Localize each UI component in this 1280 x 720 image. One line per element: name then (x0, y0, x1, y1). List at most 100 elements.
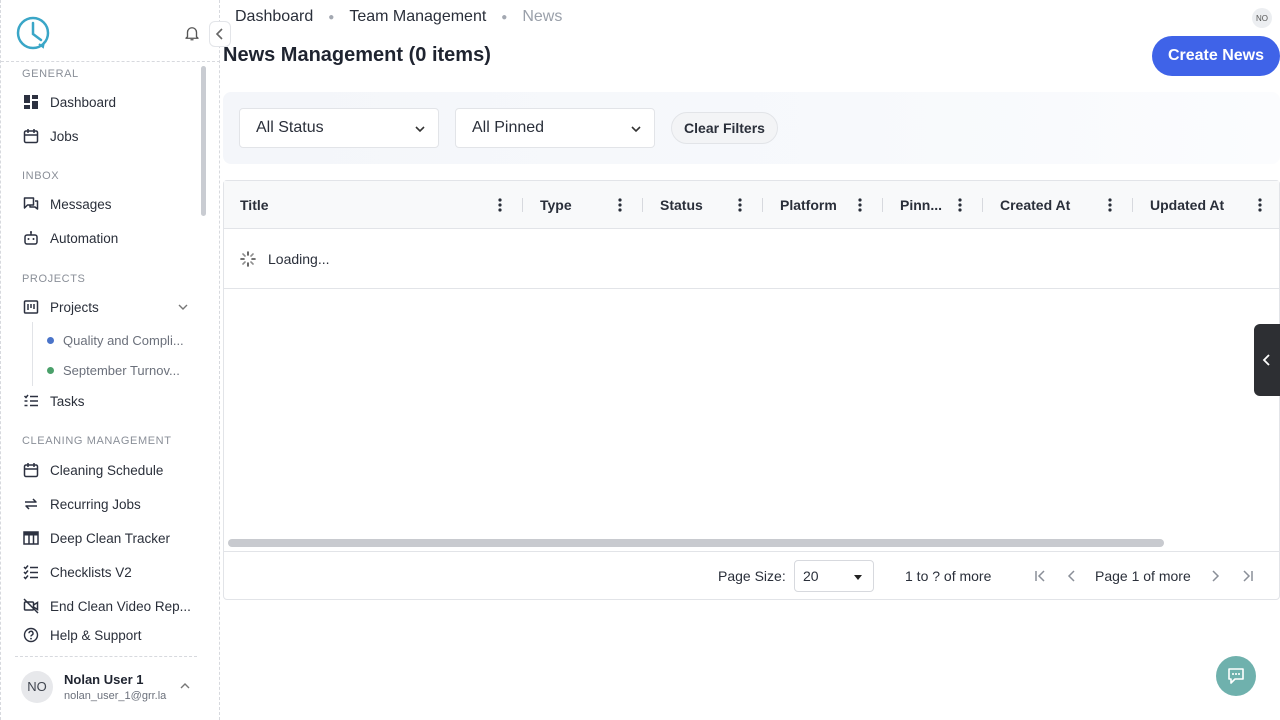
pinned-filter-select[interactable]: All Pinned (455, 108, 655, 148)
column-menu-icon[interactable] (1104, 197, 1116, 213)
sidebar-item-dashboard[interactable]: Dashboard (15, 88, 195, 116)
column-separator[interactable] (522, 198, 523, 212)
column-header-platform[interactable]: Platform (764, 181, 837, 229)
pinned-filter-value: All Pinned (472, 119, 545, 136)
chat-support-button[interactable] (1216, 656, 1256, 696)
column-menu-icon[interactable] (494, 197, 506, 213)
projects-icon (21, 297, 41, 317)
sidebar-item-projects[interactable]: Projects (15, 293, 195, 321)
sidebar-item-help-support[interactable]: Help & Support (15, 621, 195, 649)
chevron-up-icon[interactable] (179, 680, 191, 692)
horizontal-scrollbar[interactable] (228, 539, 1164, 547)
column-menu-icon[interactable] (614, 197, 626, 213)
avatar[interactable]: NO (1252, 8, 1272, 28)
column-menu-icon[interactable] (854, 197, 866, 213)
messages-icon (21, 194, 41, 214)
chevron-left-icon (215, 28, 223, 40)
sidebar-scrollbar[interactable] (201, 66, 206, 216)
column-header-title[interactable]: Title (224, 181, 269, 229)
breadcrumb-team-management[interactable]: Team Management (349, 8, 486, 26)
status-filter-select[interactable]: All Status (239, 108, 439, 148)
calendar-edit-icon (21, 460, 41, 480)
grid-pagination: Page Size: 20 1 to ? of more Page 1 of m… (224, 551, 1279, 599)
sidebar-subitem-project[interactable]: September Turnov... (47, 359, 197, 381)
robot-icon (21, 228, 41, 248)
sidebar-subitem-label: Quality and Compli... (63, 332, 184, 348)
last-page-button[interactable] (1240, 568, 1256, 584)
section-label-cleaning: CLEANING MANAGEMENT (22, 435, 172, 447)
sidebar-item-label: Messages (50, 196, 112, 212)
sidebar-item-end-clean-video[interactable]: End Clean Video Rep... (15, 592, 195, 620)
section-label-projects: PROJECTS (22, 273, 86, 285)
sidebar-item-label: Dashboard (50, 94, 117, 110)
column-header-updated-at[interactable]: Updated At (1134, 181, 1224, 229)
sidebar-item-checklists-v2[interactable]: Checklists V2 (15, 558, 195, 586)
news-data-grid: Title Type Status Platform Pinn... Creat… (223, 180, 1280, 600)
column-header-type[interactable]: Type (524, 181, 572, 229)
user-email: nolan_user_1@grr.la (64, 689, 167, 702)
sidebar-item-automation[interactable]: Automation (15, 224, 195, 252)
projects-tree-line (32, 322, 33, 386)
sidebar-collapse-button[interactable] (209, 21, 231, 47)
column-header-created-at[interactable]: Created At (984, 181, 1070, 229)
calendar-icon (21, 126, 41, 146)
first-page-button[interactable] (1032, 568, 1048, 584)
create-news-button[interactable]: Create News (1152, 36, 1280, 76)
bell-icon[interactable] (183, 24, 201, 42)
video-off-icon (21, 596, 41, 616)
chevron-down-icon[interactable] (177, 301, 189, 313)
section-label-inbox: INBOX (22, 170, 60, 182)
column-separator[interactable] (642, 198, 643, 212)
page-size-select[interactable]: 20 (794, 560, 874, 592)
chat-icon (1228, 668, 1244, 684)
grid-header-row: Title Type Status Platform Pinn... Creat… (224, 181, 1279, 229)
sidebar-item-tasks[interactable]: Tasks (15, 387, 195, 415)
page-size-value: 20 (803, 568, 819, 584)
sidebar-item-label: Recurring Jobs (50, 496, 141, 512)
last-page-icon (1243, 570, 1253, 582)
filter-bar: All Status All Pinned Clear Filters (223, 92, 1280, 164)
sidebar-subitem-project[interactable]: Quality and Compli... (47, 329, 197, 351)
sidebar-item-recurring-jobs[interactable]: Recurring Jobs (15, 490, 195, 518)
status-filter-value: All Status (256, 119, 324, 136)
checklist-icon (21, 562, 41, 582)
tasks-list-icon (21, 391, 41, 411)
breadcrumb-current: News (522, 8, 563, 25)
page-info-text: Page 1 of more (1095, 568, 1191, 584)
column-separator[interactable] (762, 198, 763, 212)
sidebar-item-messages[interactable]: Messages (15, 190, 195, 218)
chevron-left-icon (1262, 354, 1270, 366)
column-header-status[interactable]: Status (644, 181, 703, 229)
sidebar-item-label: Deep Clean Tracker (50, 530, 171, 546)
sidebar-item-label: Projects (50, 299, 99, 315)
breadcrumb-separator: ● (328, 11, 335, 23)
user-profile-card[interactable]: NO Nolan User 1 nolan_user_1@grr.la (15, 656, 197, 716)
clock-logo-icon[interactable] (15, 14, 53, 52)
column-menu-icon[interactable] (734, 197, 746, 213)
sidebar-item-deep-clean-tracker[interactable]: Deep Clean Tracker (15, 524, 195, 552)
sidebar-item-jobs[interactable]: Jobs (15, 122, 195, 150)
column-separator[interactable] (982, 198, 983, 212)
column-separator[interactable] (882, 198, 883, 212)
column-header-pinned[interactable]: Pinn... (884, 181, 942, 229)
caret-down-icon (854, 575, 862, 580)
prev-page-button[interactable] (1064, 568, 1080, 584)
chevron-right-icon (1212, 570, 1220, 582)
breadcrumb: Dashboard ● Team Management ● News (235, 7, 562, 27)
column-separator[interactable] (1132, 198, 1133, 212)
sidebar-item-cleaning-schedule[interactable]: Cleaning Schedule (15, 456, 195, 484)
chevron-down-icon (631, 126, 641, 133)
chevron-down-icon (415, 126, 425, 133)
column-menu-icon[interactable] (1254, 197, 1266, 213)
clear-filters-button[interactable]: Clear Filters (671, 112, 778, 144)
sidebar: GENERAL Dashboard Jobs INBOX Messages Au… (0, 0, 231, 720)
sidebar-item-label: Checklists V2 (50, 564, 132, 580)
first-page-icon (1035, 570, 1045, 582)
repeat-icon (21, 494, 41, 514)
breadcrumb-dashboard[interactable]: Dashboard (235, 8, 313, 26)
breadcrumb-separator: ● (501, 11, 508, 23)
chevron-left-icon (1067, 570, 1075, 582)
column-menu-icon[interactable] (954, 197, 966, 213)
next-page-button[interactable] (1207, 568, 1223, 584)
side-panel-toggle[interactable] (1254, 324, 1280, 396)
